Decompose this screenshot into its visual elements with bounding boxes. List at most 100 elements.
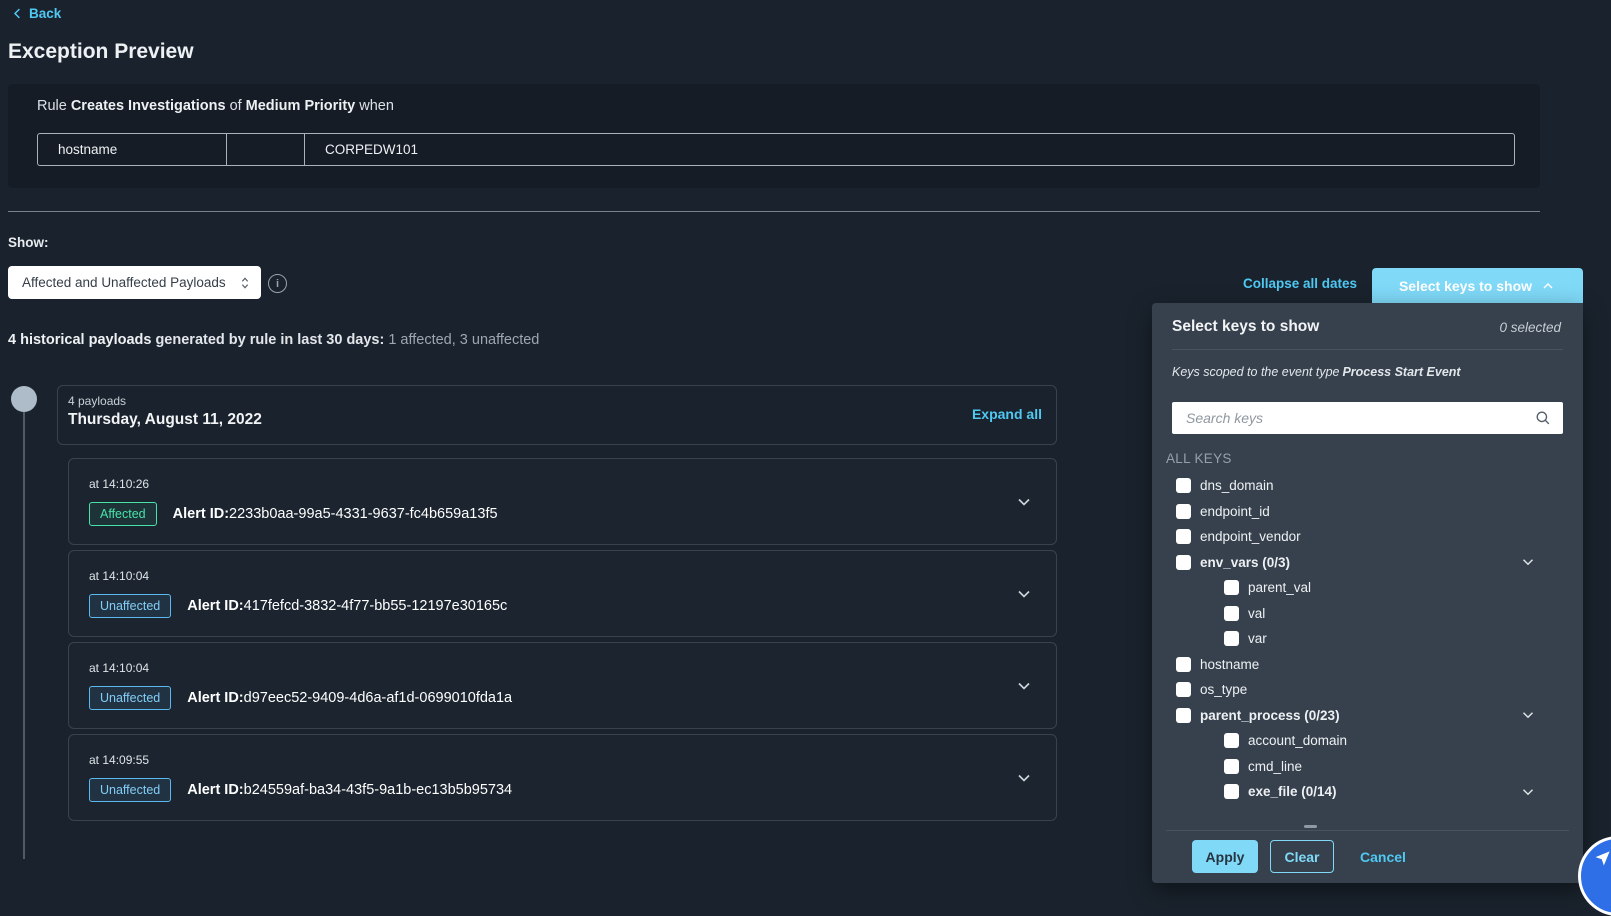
checkbox[interactable] xyxy=(1224,784,1239,799)
key-row[interactable]: dns_domain xyxy=(1152,473,1583,499)
checkbox[interactable] xyxy=(1176,708,1191,723)
timeline-node xyxy=(11,386,37,412)
key-label: env_vars (0/3) xyxy=(1200,555,1290,570)
alert-id-label: Alert ID: xyxy=(187,782,243,798)
checkbox[interactable] xyxy=(1176,682,1191,697)
key-label: parent_val xyxy=(1248,580,1311,595)
key-label: hostname xyxy=(1200,657,1259,672)
alert-id-value: d97eec52-9409-4d6a-af1d-0699010fda1a xyxy=(244,690,512,706)
alert-id-text: Alert ID:d97eec52-9409-4d6a-af1d-0699010… xyxy=(187,690,512,706)
alert-id-value: 417fefcd-3832-4f77-bb55-12197e30165c xyxy=(244,598,508,614)
rule-description: RuleCreates InvestigationsofMedium Prior… xyxy=(37,98,398,114)
clipped-next-key-fragment xyxy=(1304,825,1317,828)
checkbox[interactable] xyxy=(1176,555,1191,570)
key-row[interactable]: val xyxy=(1152,601,1583,627)
chevron-down-icon[interactable] xyxy=(1014,584,1034,604)
status-badge: Unaffected xyxy=(89,594,171,618)
payload-card[interactable]: at 14:09:55 Unaffected Alert ID:b24559af… xyxy=(68,734,1057,821)
key-row[interactable]: parent_val xyxy=(1152,575,1583,601)
collapse-all-dates-link[interactable]: Collapse all dates xyxy=(1243,276,1357,291)
key-row[interactable]: endpoint_id xyxy=(1152,499,1583,525)
panel-actions: Apply Clear Cancel xyxy=(1192,840,1406,873)
key-label: os_type xyxy=(1200,682,1247,697)
key-row[interactable]: hostname xyxy=(1152,652,1583,678)
back-link[interactable]: Back xyxy=(10,6,61,21)
rule-suffix: when xyxy=(359,98,394,114)
key-row[interactable]: cmd_line xyxy=(1152,754,1583,780)
key-row[interactable]: env_vars (0/3) xyxy=(1152,550,1583,576)
apply-button[interactable]: Apply xyxy=(1192,840,1258,873)
chevron-left-icon xyxy=(10,6,25,21)
show-filter-select[interactable]: Affected and Unaffected Payloads xyxy=(8,266,261,299)
alert-id-text: Alert ID:b24559af-ba34-43f5-9a1b-ec13b5b… xyxy=(187,782,512,798)
key-row[interactable]: endpoint_vendor xyxy=(1152,524,1583,550)
key-row[interactable]: os_type xyxy=(1152,677,1583,703)
payload-summary-line: 4 historical payloadsgenerated by rule i… xyxy=(8,332,539,348)
payload-time: at 14:10:04 xyxy=(89,661,1036,675)
select-keys-to-show-button[interactable]: Select keys to show xyxy=(1372,268,1583,303)
key-row[interactable]: account_domain xyxy=(1152,728,1583,754)
checkbox[interactable] xyxy=(1176,478,1191,493)
chevron-down-icon[interactable] xyxy=(1519,783,1537,801)
chevron-down-icon[interactable] xyxy=(1014,492,1034,512)
alert-id-value: b24559af-ba34-43f5-9a1b-ec13b5b95734 xyxy=(244,782,512,798)
all-keys-section-label: ALL KEYS xyxy=(1166,451,1232,466)
key-label: cmd_line xyxy=(1248,759,1302,774)
key-list: dns_domain endpoint_id endpoint_vendor e… xyxy=(1152,473,1583,805)
chevron-down-icon[interactable] xyxy=(1014,768,1034,788)
panel-divider xyxy=(1166,830,1569,831)
checkbox[interactable] xyxy=(1224,580,1239,595)
checkbox[interactable] xyxy=(1176,529,1191,544)
key-label: endpoint_id xyxy=(1200,504,1270,519)
alert-id-text: Alert ID:2233b0aa-99a5-4331-9637-fc4b659… xyxy=(173,506,498,522)
back-label: Back xyxy=(29,6,61,21)
timeline-line xyxy=(23,412,25,859)
scope-event-type: Process Start Event xyxy=(1342,365,1460,379)
checkbox[interactable] xyxy=(1224,606,1239,621)
payload-card[interactable]: at 14:10:04 Unaffected Alert ID:417fefcd… xyxy=(68,550,1057,637)
payload-card[interactable]: at 14:10:04 Unaffected Alert ID:d97eec52… xyxy=(68,642,1057,729)
payload-list: at 14:10:26 Affected Alert ID:2233b0aa-9… xyxy=(68,458,1057,821)
paper-plane-icon xyxy=(1593,848,1611,868)
checkbox[interactable] xyxy=(1176,504,1191,519)
key-row[interactable]: parent_process (0/23) xyxy=(1152,703,1583,729)
select-keys-button-label: Select keys to show xyxy=(1399,278,1532,294)
key-label: account_domain xyxy=(1248,733,1347,748)
status-badge: Unaffected xyxy=(89,686,171,710)
chevron-down-icon[interactable] xyxy=(1014,676,1034,696)
checkbox[interactable] xyxy=(1224,759,1239,774)
cancel-link[interactable]: Cancel xyxy=(1360,849,1406,865)
scope-prefix: Keys scoped to the event type xyxy=(1172,365,1339,379)
rule-summary-panel: RuleCreates InvestigationsofMedium Prior… xyxy=(8,84,1540,188)
clear-button[interactable]: Clear xyxy=(1270,840,1334,873)
payload-time: at 14:10:26 xyxy=(89,477,1036,491)
key-row[interactable]: var xyxy=(1152,626,1583,652)
key-label: val xyxy=(1248,606,1265,621)
key-row[interactable]: exe_file (0/14) xyxy=(1152,779,1583,805)
payload-card[interactable]: at 14:10:26 Affected Alert ID:2233b0aa-9… xyxy=(68,458,1057,545)
alert-id-value: 2233b0aa-99a5-4331-9637-fc4b659a13f5 xyxy=(229,506,497,522)
alert-id-text: Alert ID:417fefcd-3832-4f77-bb55-12197e3… xyxy=(187,598,507,614)
search-keys-input[interactable] xyxy=(1172,402,1563,434)
section-divider xyxy=(8,211,1540,212)
date-group-date: Thursday, August 11, 2022 xyxy=(68,411,262,429)
key-label: dns_domain xyxy=(1200,478,1274,493)
summary-breakdown: 1 affected, 3 unaffected xyxy=(388,332,539,348)
panel-divider xyxy=(1172,349,1563,350)
checkbox[interactable] xyxy=(1224,733,1239,748)
chevron-down-icon[interactable] xyxy=(1519,553,1537,571)
status-badge: Affected xyxy=(89,502,157,526)
date-group-header[interactable]: 4 payloads Thursday, August 11, 2022 Exp… xyxy=(57,385,1057,445)
summary-count: 4 historical payloads xyxy=(8,332,151,348)
checkbox[interactable] xyxy=(1176,657,1191,672)
select-keys-panel: Select keys to show 0 selected Keys scop… xyxy=(1152,303,1583,883)
key-label: exe_file (0/14) xyxy=(1248,784,1337,799)
keys-panel-title: Select keys to show xyxy=(1172,318,1319,336)
chevron-down-icon[interactable] xyxy=(1519,706,1537,724)
alert-id-label: Alert ID: xyxy=(187,598,243,614)
checkbox[interactable] xyxy=(1224,631,1239,646)
show-filter-label: Show: xyxy=(8,235,49,250)
chevron-up-icon xyxy=(1540,278,1556,294)
expand-all-link[interactable]: Expand all xyxy=(972,406,1042,422)
info-icon[interactable]: i xyxy=(268,274,287,293)
